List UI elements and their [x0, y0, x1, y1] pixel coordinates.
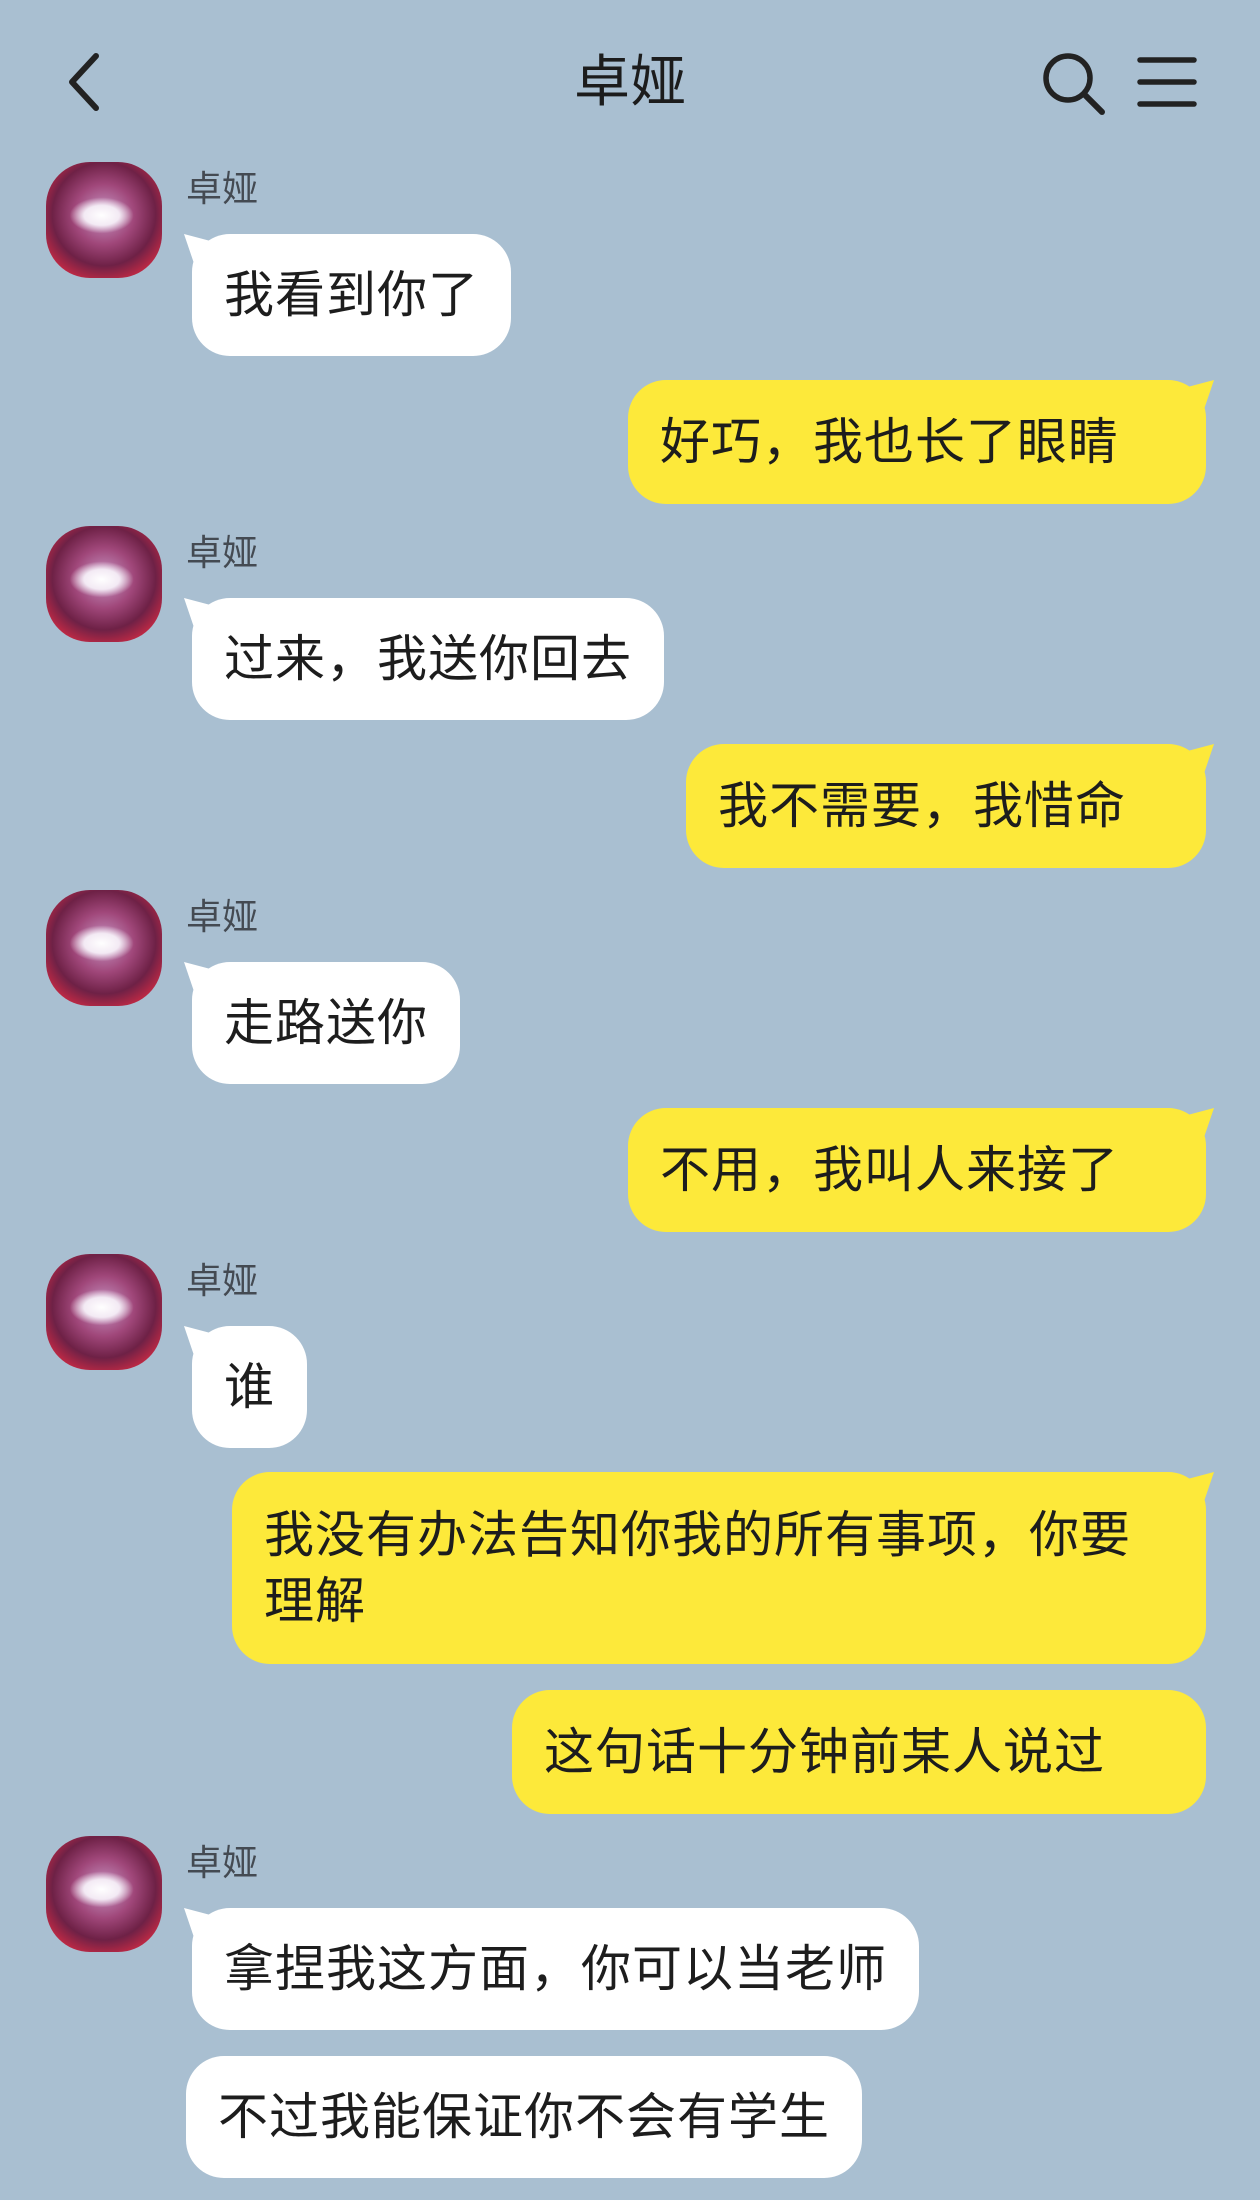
search-icon — [1043, 53, 1105, 115]
menu-icon — [1137, 57, 1197, 107]
sender-name: 卓娅 — [186, 169, 259, 210]
sender-name: 卓娅 — [186, 1261, 259, 1302]
message-bubble-outgoing[interactable]: 这句话十分钟前某人说过 — [512, 1690, 1206, 1814]
chat-header: 卓娅 — [0, 0, 1260, 160]
message-bubble-incoming[interactable]: 走路送你 — [192, 962, 460, 1084]
avatar[interactable] — [46, 890, 162, 1006]
sender-name: 卓娅 — [186, 897, 259, 938]
avatar[interactable] — [46, 1254, 162, 1370]
message-bubble-incoming[interactable]: 不过我能保证你不会有学生 — [186, 2056, 862, 2178]
message-bubble-outgoing[interactable]: 好巧，我也长了眼睛 — [628, 380, 1206, 504]
message-bubble-incoming[interactable]: 谁 — [192, 1326, 307, 1448]
message-bubble-incoming[interactable]: 我看到你了 — [192, 234, 511, 356]
sender-name: 卓娅 — [186, 533, 259, 574]
sender-name: 卓娅 — [186, 1843, 259, 1884]
search-button[interactable] — [1038, 48, 1108, 118]
message-bubble-incoming[interactable]: 过来，我送你回去 — [192, 598, 664, 720]
avatar[interactable] — [46, 1836, 162, 1952]
avatar[interactable] — [46, 526, 162, 642]
menu-button[interactable] — [1134, 52, 1200, 112]
message-bubble-outgoing[interactable]: 不用，我叫人来接了 — [628, 1108, 1206, 1232]
avatar[interactable] — [46, 162, 162, 278]
message-bubble-outgoing[interactable]: 我没有办法告知你我的所有事项，你要理解 — [232, 1472, 1206, 1664]
message-bubble-outgoing[interactable]: 我不需要，我惜命 — [686, 744, 1206, 868]
message-bubble-incoming[interactable]: 拿捏我这方面，你可以当老师 — [192, 1908, 919, 2030]
